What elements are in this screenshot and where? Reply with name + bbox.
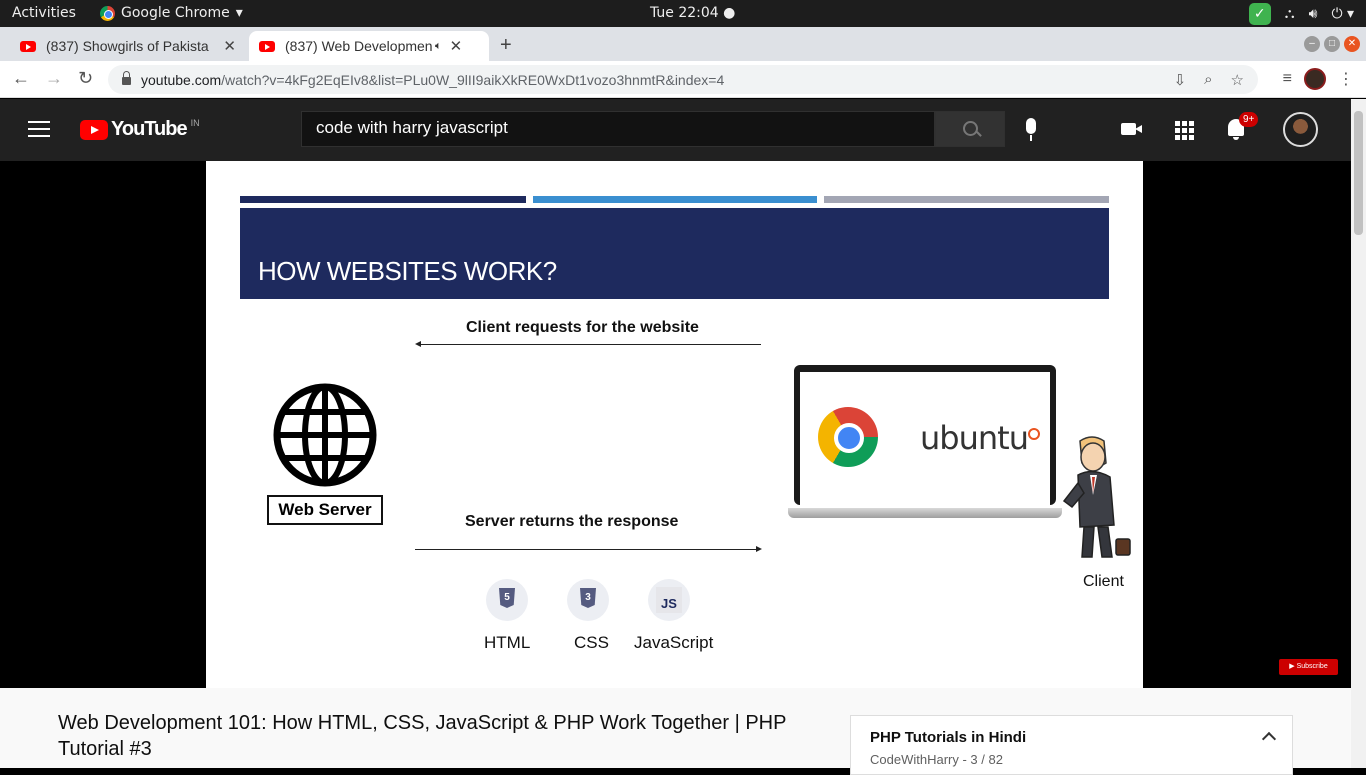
html5-icon: 5 <box>486 579 528 621</box>
js-badge: JS <box>656 587 682 613</box>
client-label: Client <box>1083 573 1124 590</box>
playlist-title[interactable]: PHP Tutorials in Hindi <box>870 729 1026 746</box>
subscribe-watermark-text: Subscribe <box>1296 663 1328 670</box>
clock[interactable]: Tue 22:04 ● <box>650 5 735 21</box>
request-arrow <box>415 341 761 347</box>
create-video-icon[interactable] <box>1121 123 1142 135</box>
collapse-chevron-icon[interactable] <box>1261 731 1277 747</box>
browser-toolbar: ← → ↻ youtube.com/watch?v=4kFg2EqEIv8&li… <box>0 61 1366 98</box>
reload-icon[interactable]: ↻ <box>78 68 93 89</box>
zoom-icon[interactable]: ⌕ <box>1204 71 1212 89</box>
tech-label-javascript: JavaScript <box>634 633 714 652</box>
address-bar[interactable]: youtube.com/watch?v=4kFg2EqEIv8&list=PLu… <box>108 65 1258 94</box>
chrome-icon <box>100 5 115 21</box>
audio-playing-icon[interactable]: 🔈︎ <box>435 40 442 53</box>
slide-title: HOW WEBSITES WORK? <box>258 256 557 286</box>
chrome-menu-icon[interactable]: ⋮ <box>1338 69 1354 89</box>
video-slide: HOW WEBSITES WORK? Client requests for t… <box>206 161 1143 688</box>
response-caption: Server returns the response <box>465 513 679 530</box>
playlist-meta: CodeWithHarry - 3 / 82 <box>870 752 1003 767</box>
tab-showgirls[interactable]: (837) Showgirls of Pakista ✕ <box>10 31 246 61</box>
chrome-logo-icon <box>818 407 878 467</box>
subscribe-watermark-button[interactable]: ▶ Subscribe <box>1279 659 1338 675</box>
watch-info: Web Development 101: How HTML, CSS, Java… <box>0 688 1351 775</box>
update-shield-icon[interactable]: ✓ <box>1248 3 1271 25</box>
tab-web-development[interactable]: (837) Web Developmen 🔈︎ ✕ <box>249 31 489 61</box>
apps-grid-icon[interactable] <box>1175 121 1194 140</box>
close-window-button[interactable]: ✕ <box>1344 36 1360 52</box>
slide-title-band: HOW WEBSITES WORK? <box>240 208 1109 299</box>
tab-close-icon[interactable]: ✕ <box>450 37 463 55</box>
account-avatar[interactable] <box>1283 112 1318 147</box>
install-app-icon[interactable]: ⇩ <box>1174 71 1187 89</box>
window-controls: – □ ✕ <box>1304 36 1360 52</box>
url-path: /watch?v=4kFg2EqEIv8&list=PLu0W_9lII9aik… <box>221 71 725 88</box>
forward-arrow-icon[interactable]: → <box>45 68 63 89</box>
os-top-bar: Activities Google Chrome ▾ Tue 22:04 ● ✓… <box>0 0 1366 27</box>
lock-icon[interactable] <box>122 71 131 85</box>
css3-badge: 3 <box>580 588 596 608</box>
decor-bar-3 <box>824 196 1109 203</box>
back-arrow-icon[interactable]: ← <box>12 68 30 89</box>
youtube-favicon-icon <box>259 40 275 52</box>
tech-label-css: CSS <box>574 633 609 652</box>
app-name: Google Chrome <box>121 5 230 21</box>
playlist-panel[interactable]: PHP Tutorials in Hindi CodeWithHarry - 3… <box>850 715 1293 775</box>
ubuntu-circle-icon <box>1028 428 1040 440</box>
bookmark-star-icon[interactable]: ☆ <box>1231 71 1244 89</box>
search-button[interactable] <box>935 111 1005 147</box>
ubuntu-logo: ubuntu <box>920 419 1029 457</box>
response-arrow <box>415 546 762 552</box>
globe-icon <box>273 383 377 487</box>
media-controls-icon[interactable]: ≡ <box>1283 70 1292 88</box>
video-title: Web Development 101: How HTML, CSS, Java… <box>58 712 787 760</box>
network-icon: ⛬ <box>1284 6 1295 22</box>
playlist-position: 3 / 82 <box>970 752 1003 767</box>
request-caption: Client requests for the website <box>466 319 699 336</box>
tab-title: (837) Showgirls of Pakista <box>46 38 209 54</box>
minimize-button[interactable]: – <box>1304 36 1320 52</box>
youtube-logo[interactable]: YouTube IN <box>80 118 200 141</box>
country-code: IN <box>190 118 200 128</box>
laptop-base <box>788 508 1062 518</box>
youtube-favicon-icon <box>20 40 36 52</box>
css3-icon: 3 <box>567 579 609 621</box>
tab-title: (837) Web Developmen <box>285 38 433 54</box>
clock-text: Tue 22:04 <box>650 5 719 21</box>
client-person-icon <box>1062 436 1131 558</box>
guide-menu-icon[interactable] <box>28 121 50 142</box>
volume-icon: 🔊︎ <box>1308 6 1318 22</box>
youtube-wordmark: YouTube <box>111 118 188 140</box>
toolbar-right: ≡ ⋮ <box>1283 68 1354 90</box>
url-domain: youtube.com <box>141 71 222 88</box>
html5-badge: 5 <box>499 588 515 608</box>
javascript-icon: JS <box>648 579 690 621</box>
profile-avatar[interactable] <box>1304 68 1326 90</box>
tech-label-html: HTML <box>484 633 531 652</box>
page-scrollbar[interactable] <box>1351 99 1366 768</box>
maximize-button[interactable]: □ <box>1324 36 1340 52</box>
decor-bar-1 <box>240 196 526 203</box>
system-tray[interactable]: ✓ ⛬ 🔊︎ ⏻ ▾ <box>1248 3 1354 25</box>
web-server-label: Web Server <box>267 495 383 525</box>
new-tab-button[interactable]: + <box>500 34 512 57</box>
decor-bar-2 <box>533 196 817 203</box>
tab-strip: (837) Showgirls of Pakista ✕ (837) Web D… <box>0 27 1366 61</box>
scrollbar-thumb[interactable] <box>1354 111 1363 235</box>
playlist-channel[interactable]: CodeWithHarry <box>870 752 959 767</box>
tab-close-icon[interactable]: ✕ <box>223 37 236 55</box>
caret-down-icon: ▾ <box>235 5 243 21</box>
omnibox-actions: ⇩ ⌕ ☆ <box>1174 71 1244 89</box>
video-player[interactable]: HOW WEBSITES WORK? Client requests for t… <box>0 161 1351 688</box>
youtube-play-icon <box>80 119 108 140</box>
power-icon: ⏻ ▾ <box>1331 6 1354 22</box>
activities-button[interactable]: Activities <box>12 5 76 21</box>
voice-search-icon[interactable] <box>1026 118 1036 141</box>
app-menu[interactable]: Google Chrome ▾ <box>100 5 243 21</box>
notification-badge: 9+ <box>1239 112 1259 127</box>
search-input[interactable]: code with harry javascript <box>301 111 935 147</box>
youtube-masthead: YouTube IN code with harry javascript <box>0 99 1351 161</box>
